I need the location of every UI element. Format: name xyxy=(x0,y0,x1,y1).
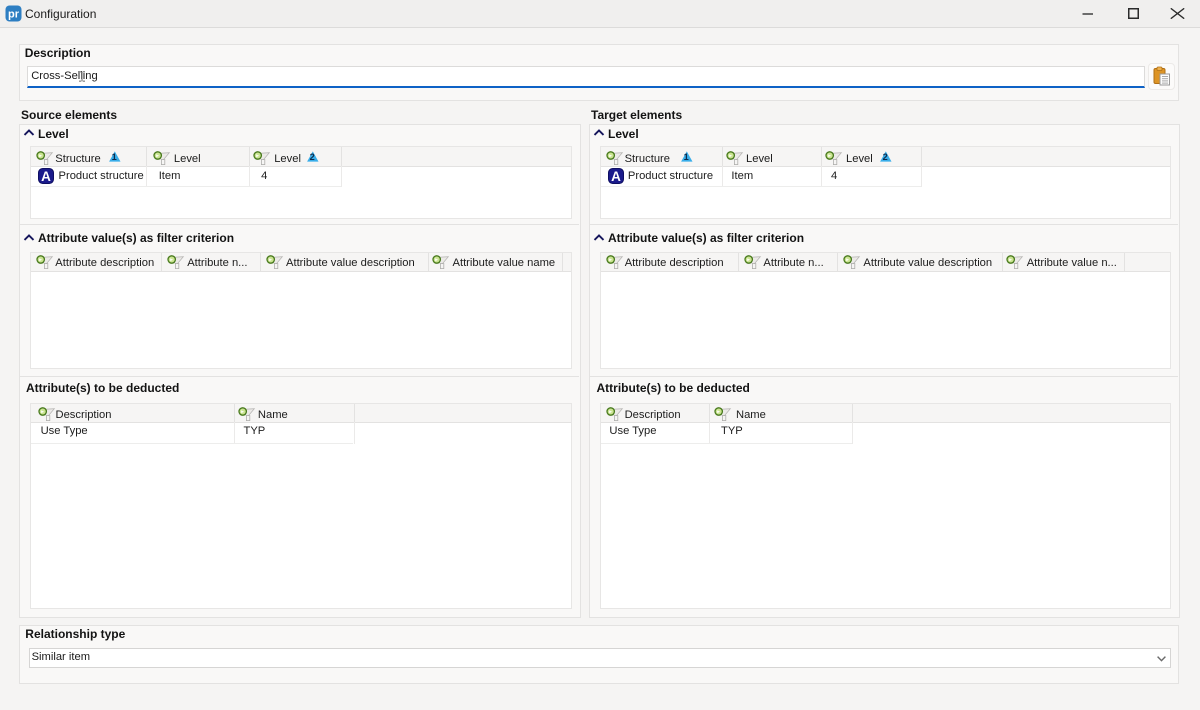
svg-text:2: 2 xyxy=(310,152,315,162)
svg-text:A: A xyxy=(41,169,51,184)
svg-text:pr: pr xyxy=(8,9,20,21)
svg-text:A: A xyxy=(611,169,621,184)
svg-text:1: 1 xyxy=(684,152,689,162)
svg-text:2: 2 xyxy=(883,152,888,162)
svg-text:1: 1 xyxy=(111,152,116,162)
